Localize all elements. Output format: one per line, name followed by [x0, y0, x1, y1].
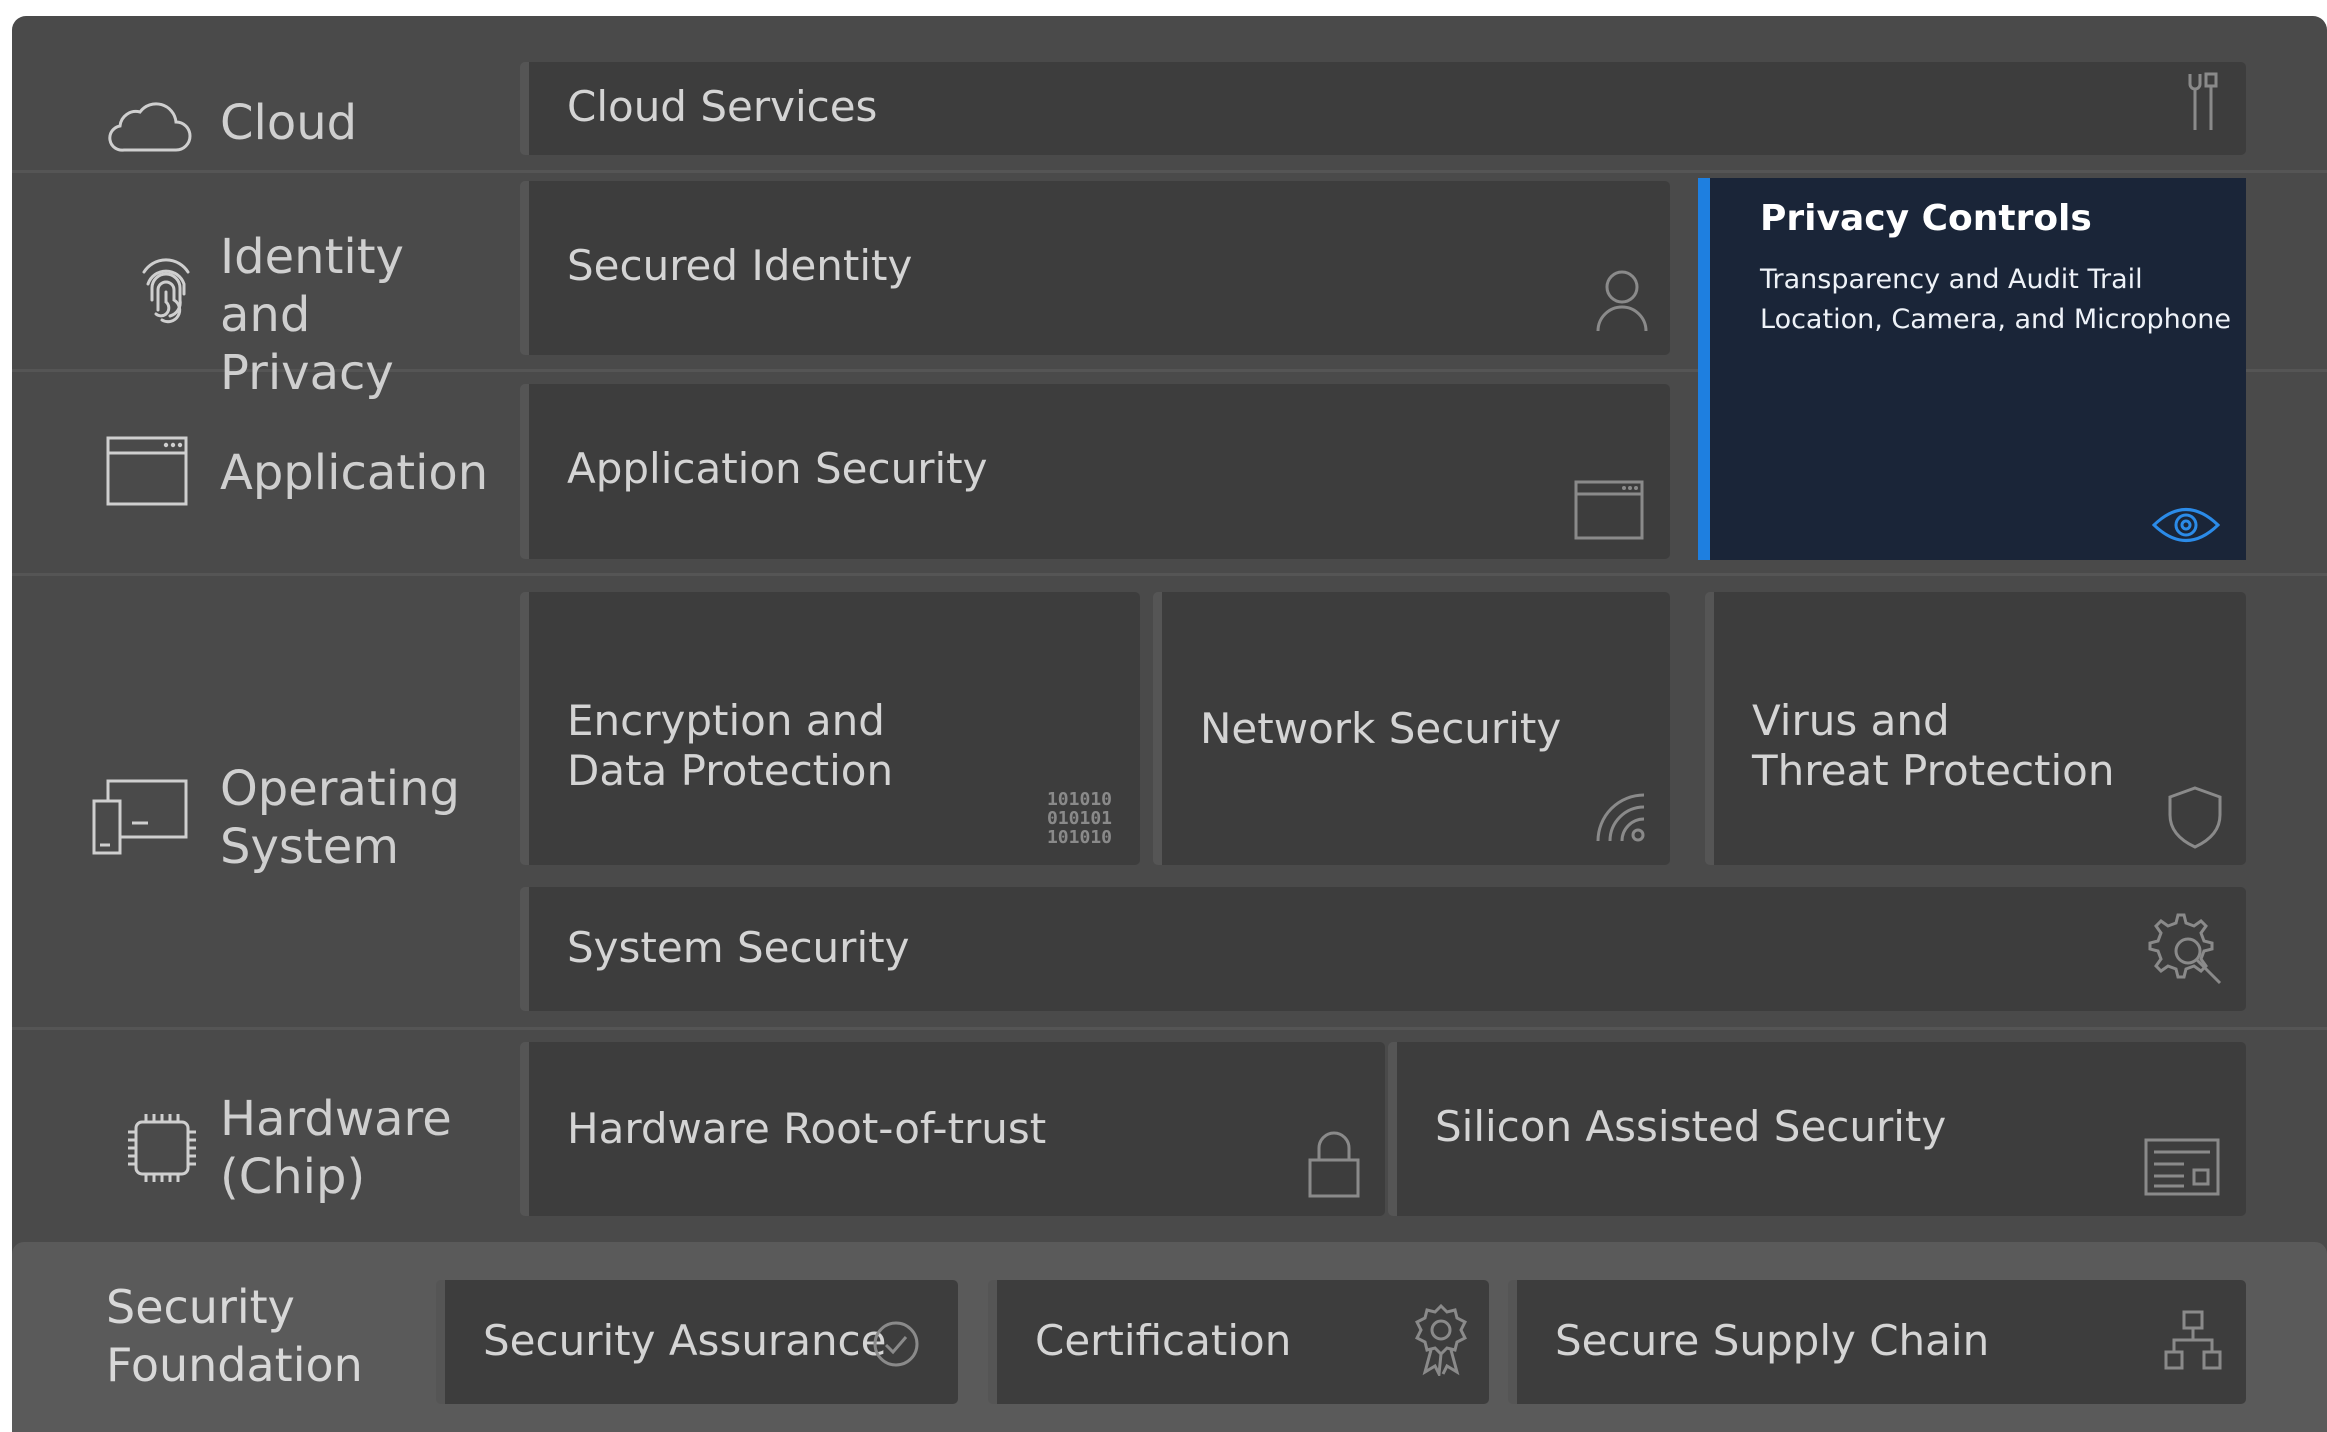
privacy-controls-panel[interactable]: Privacy Controls Transparency and Audit … [1698, 178, 2246, 560]
divider [12, 170, 2327, 173]
tile-security-assurance[interactable]: Security Assurance [436, 1280, 958, 1404]
layer-os-label: Operating System [220, 761, 460, 875]
tile-label: Security Assurance [483, 1316, 887, 1365]
binary-row: 101010 [1046, 827, 1112, 848]
eye-icon [2152, 504, 2220, 546]
app-window-icon [106, 436, 190, 508]
security-architecture-diagram: Cloud Identity and Privacy Application O… [12, 16, 2327, 1432]
circuit-board-icon [2144, 1138, 2220, 1196]
tile-label: Silicon Assisted Security [1435, 1102, 1947, 1151]
layer-cloud-label: Cloud [220, 95, 358, 151]
tile-encryption-data-protection[interactable]: Encryption and Data Protection 101010 01… [520, 592, 1140, 865]
window-icon [1574, 480, 1644, 540]
tile-label: Secured Identity [567, 241, 913, 290]
tile-hardware-root-of-trust[interactable]: Hardware Root-of-trust [520, 1042, 1385, 1216]
layer-application-label: Application [220, 445, 489, 501]
binary-icon: 101010 010101 101010 [1047, 790, 1112, 847]
tile-label: Virus and Threat Protection [1752, 696, 2115, 795]
tile-virus-threat-protection[interactable]: Virus and Threat Protection [1705, 592, 2246, 865]
gear-search-icon [2148, 911, 2224, 987]
tile-secure-supply-chain[interactable]: Secure Supply Chain [1508, 1280, 2246, 1404]
privacy-title: Privacy Controls [1760, 198, 2092, 239]
fingerprint-icon [138, 250, 194, 326]
privacy-line-1: Transparency and Audit Trail [1760, 264, 2143, 295]
layer-security-foundation-label: Security Foundation [106, 1280, 363, 1392]
wifi-icon [1586, 783, 1650, 847]
tile-label: Cloud Services [567, 82, 878, 131]
person-icon [1594, 269, 1650, 333]
tile-label: Secure Supply Chain [1555, 1316, 1990, 1365]
tile-system-security[interactable]: System Security [520, 887, 2246, 1011]
divider [12, 573, 2327, 576]
divider [12, 1027, 2327, 1030]
tile-label: Application Security [567, 444, 988, 493]
tile-secured-identity[interactable]: Secured Identity [520, 181, 1670, 355]
tile-network-security[interactable]: Network Security [1153, 592, 1670, 865]
privacy-description: Transparency and Audit Trail Location, C… [1760, 260, 2231, 340]
layer-identity-label: Identity and Privacy [220, 229, 404, 401]
binary-row: 010101 [1046, 808, 1112, 829]
tools-icon [2182, 72, 2222, 134]
hierarchy-icon [2164, 1310, 2222, 1370]
tile-cloud-services[interactable]: Cloud Services [520, 62, 2246, 155]
devices-icon [92, 779, 190, 855]
tile-certification[interactable]: Certification [988, 1280, 1489, 1404]
binary-row: 101010 [1046, 789, 1112, 810]
cloud-icon [106, 96, 192, 156]
check-circle-icon [872, 1320, 920, 1368]
tile-application-security[interactable]: Application Security [520, 384, 1670, 559]
tile-label: System Security [567, 923, 910, 972]
lock-icon [1307, 1130, 1361, 1198]
layer-hardware-label: Hardware (Chip) [220, 1091, 452, 1205]
tile-label: Encryption and Data Protection [567, 696, 894, 795]
ribbon-badge-icon [1415, 1304, 1467, 1376]
privacy-line-2: Location, Camera, and Microphone [1760, 304, 2232, 335]
shield-icon [2166, 785, 2224, 849]
tile-label: Hardware Root-of-trust [567, 1104, 1047, 1153]
tile-silicon-assisted-security[interactable]: Silicon Assisted Security [1388, 1042, 2246, 1216]
tile-label: Network Security [1200, 704, 1562, 753]
chip-icon [124, 1110, 200, 1186]
tile-label: Certification [1035, 1316, 1292, 1365]
